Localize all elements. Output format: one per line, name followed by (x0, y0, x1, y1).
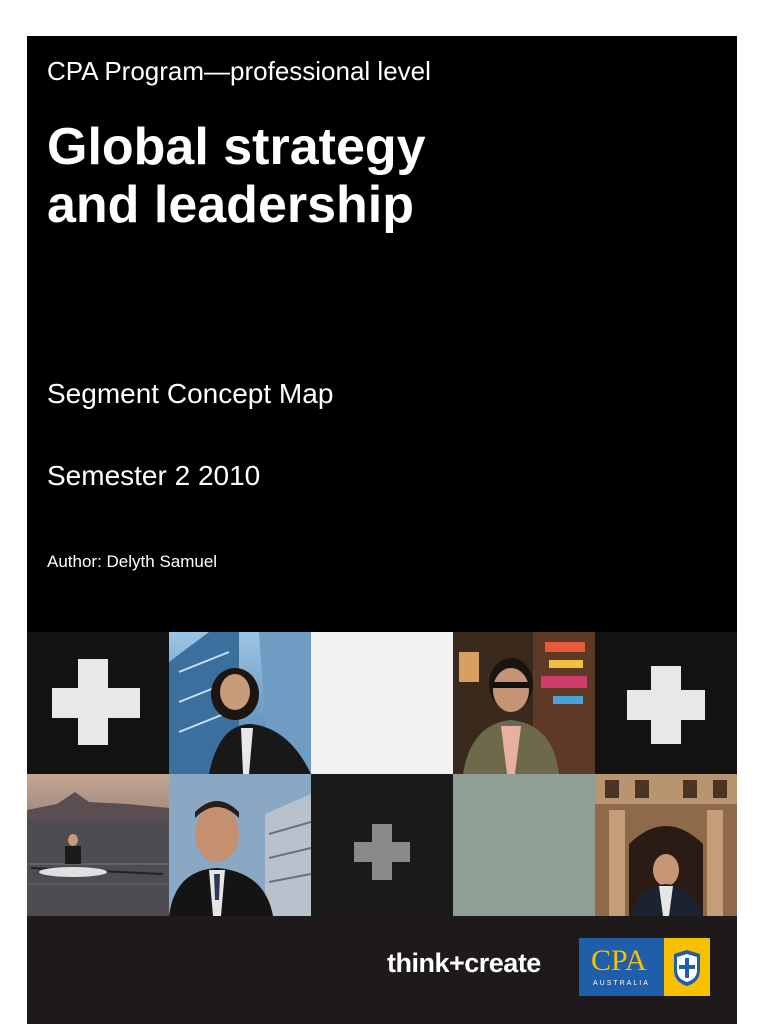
woman-skyscraper-photo (169, 632, 311, 774)
document-title: Global strategy and leadership (47, 118, 426, 234)
image-mosaic (27, 632, 737, 916)
semester-label: Semester 2 2010 (47, 460, 261, 491)
footer-band: think+create CPA AUSTRALIA (27, 916, 737, 1024)
plus-tile (27, 632, 169, 774)
man-city-street-photo (453, 632, 595, 774)
program-heading: CPA Program—professional level (47, 56, 431, 86)
author-label: Author: Delyth Samuel (47, 552, 218, 571)
plus-icon (627, 666, 705, 744)
rower-lake-photo (27, 774, 169, 916)
plus-icon (354, 824, 410, 880)
segment-label: Segment Concept Map (47, 378, 334, 409)
tagline: think+create (387, 948, 541, 978)
blank-tile-light (311, 632, 453, 774)
cover-panel: CPA Program—professional level Global st… (27, 36, 737, 632)
cpa-logo: CPA AUSTRALIA (579, 938, 664, 996)
title-line-2: and leadership (47, 176, 414, 234)
blank-tile-sage (453, 774, 595, 916)
plus-tile (595, 632, 737, 774)
man-arch-building-photo (595, 774, 737, 916)
crest-icon (664, 938, 710, 996)
plus-icon (52, 659, 140, 745)
cpa-logo-subtext: AUSTRALIA (593, 980, 650, 987)
man-building-photo (169, 774, 311, 916)
cpa-logo-wordmark: CPA (591, 944, 647, 977)
plus-tile-small (311, 774, 453, 916)
title-line-1: Global strategy (47, 118, 426, 176)
